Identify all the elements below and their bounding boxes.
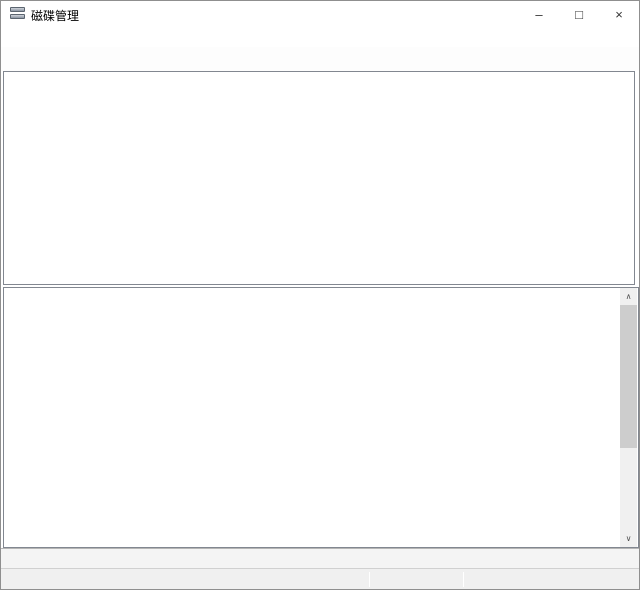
close-button[interactable]: × <box>599 1 639 27</box>
scrollbar-thumb[interactable] <box>620 305 637 448</box>
disk-graph-pane: ∧ ∨ <box>3 287 639 548</box>
scroll-up-icon[interactable]: ∧ <box>620 288 637 305</box>
statusbar-divider <box>463 572 464 587</box>
maximize-button[interactable]: □ <box>559 1 599 27</box>
disk-management-app-icon <box>10 7 25 20</box>
statusbar-divider <box>369 572 370 587</box>
status-bar <box>1 568 639 590</box>
disk-management-window: 磁碟管理 – □ × ∧ ∨ <box>0 0 640 590</box>
window-title: 磁碟管理 <box>31 7 79 24</box>
volume-list-pane <box>3 71 635 285</box>
menu-bar <box>1 27 639 47</box>
toolbar <box>1 47 639 71</box>
title-bar: 磁碟管理 – □ × <box>1 1 639 27</box>
legend-bar <box>1 548 639 568</box>
minimize-button[interactable]: – <box>519 1 559 27</box>
vertical-scrollbar[interactable]: ∧ ∨ <box>620 288 637 547</box>
scroll-down-icon[interactable]: ∨ <box>620 530 637 547</box>
